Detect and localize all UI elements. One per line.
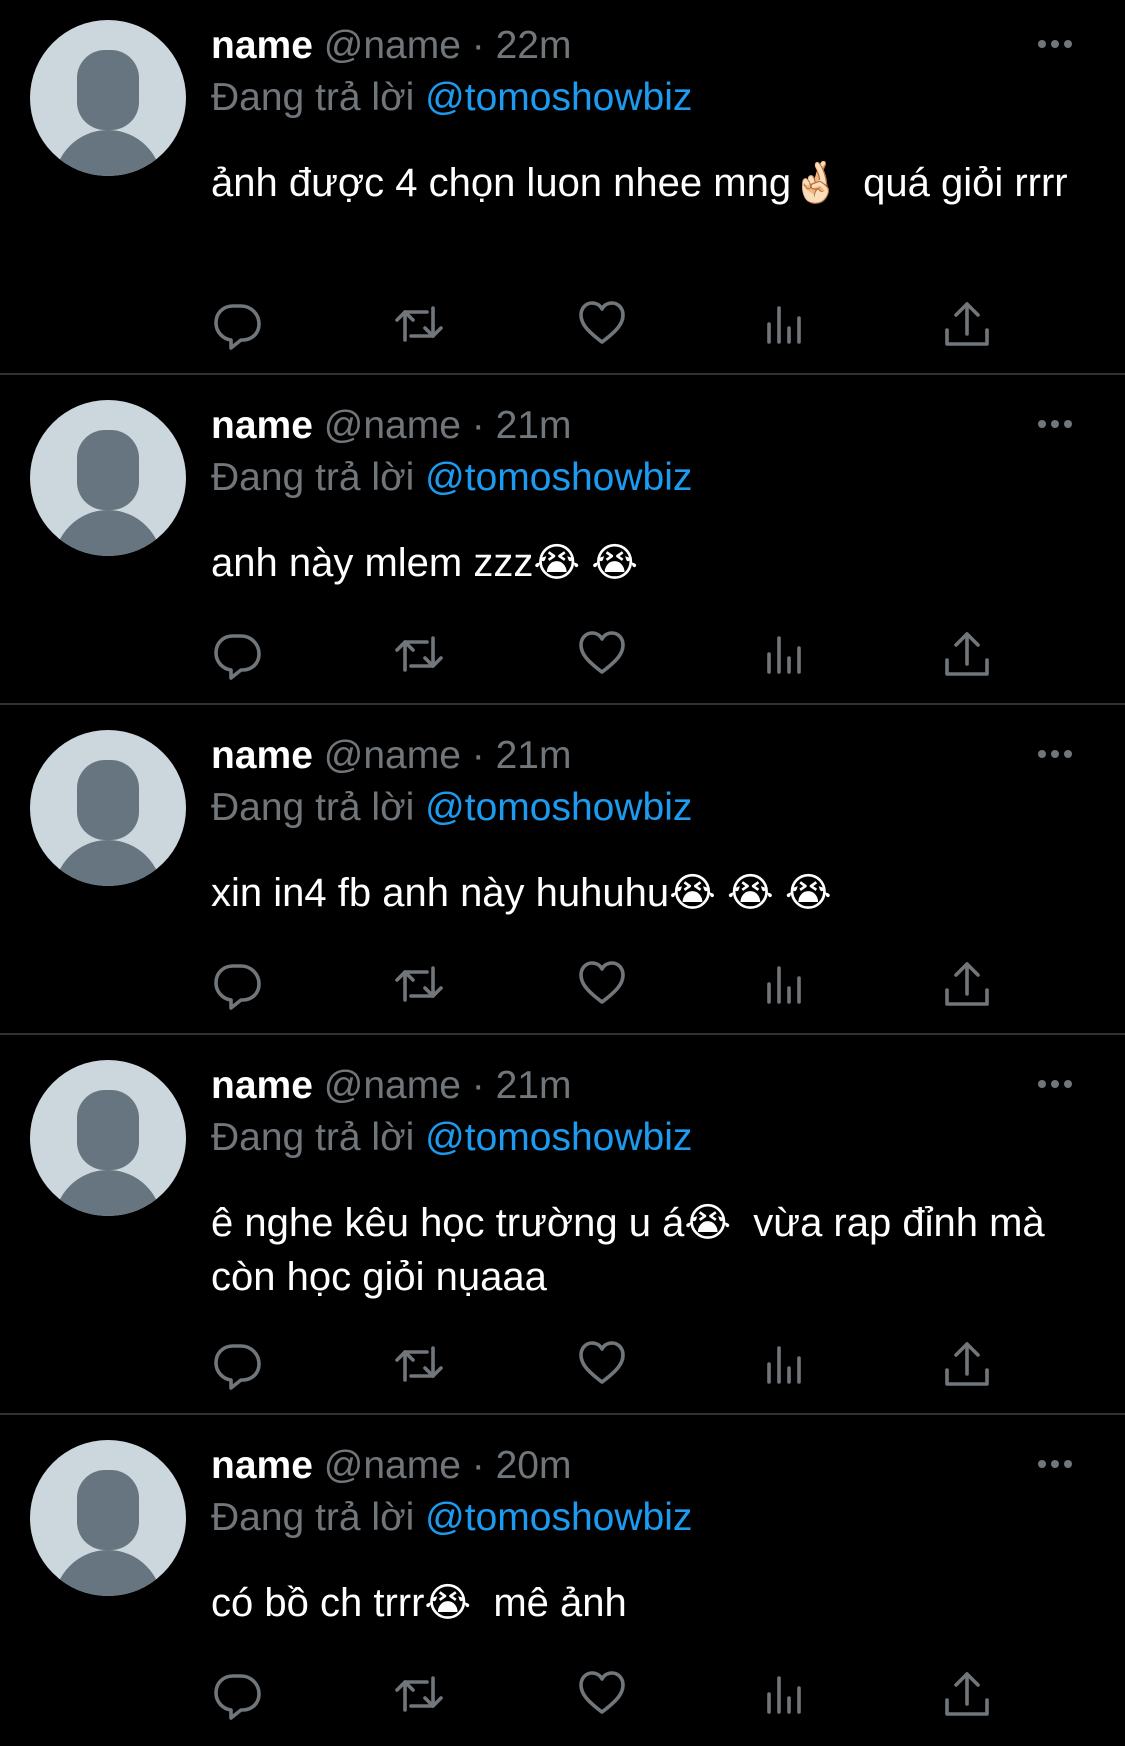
avatar[interactable] — [30, 730, 186, 886]
action-bar — [211, 298, 1011, 350]
more-icon[interactable] — [1038, 750, 1080, 760]
reply-mention-link[interactable]: @tomoshowbiz — [425, 786, 692, 829]
reply-icon[interactable] — [211, 628, 263, 680]
avatar[interactable] — [30, 1060, 186, 1216]
replying-to: Đang trả lời @tomoshowbiz — [211, 1494, 692, 1542]
display-name[interactable]: name — [211, 1064, 313, 1107]
tweet[interactable]: name @name · 22m Đang trả lời @tomoshowb… — [0, 0, 1125, 375]
reply-mention-link[interactable]: @tomoshowbiz — [425, 76, 692, 119]
action-bar — [211, 958, 1011, 1010]
user-handle[interactable]: @name — [324, 734, 461, 777]
avatar[interactable] — [30, 20, 186, 176]
reply-icon[interactable] — [211, 1668, 263, 1720]
retweet-icon[interactable] — [393, 1668, 445, 1720]
heart-icon[interactable] — [576, 958, 628, 1010]
separator-dot: · — [471, 1444, 485, 1487]
display-name[interactable]: name — [211, 404, 313, 447]
tweet-text: có bồ ch trrr😭 mê ảnh — [211, 1581, 627, 1625]
heart-icon[interactable] — [576, 628, 628, 680]
tweet-header: name @name · 21m — [211, 402, 571, 450]
timestamp[interactable]: 21m — [496, 1064, 572, 1107]
separator-dot: · — [471, 24, 485, 67]
reply-mention-link[interactable]: @tomoshowbiz — [425, 456, 692, 499]
retweet-icon[interactable] — [393, 958, 445, 1010]
user-handle[interactable]: @name — [324, 1444, 461, 1487]
reply-mention-link[interactable]: @tomoshowbiz — [425, 1496, 692, 1539]
tweet-text: ê nghe kêu học trường u á😭 vừa rap đỉnh … — [211, 1201, 1056, 1299]
reply-icon[interactable] — [211, 1338, 263, 1390]
heart-icon[interactable] — [576, 1338, 628, 1390]
display-name[interactable]: name — [211, 1444, 313, 1487]
share-icon[interactable] — [941, 1338, 993, 1390]
timestamp[interactable]: 21m — [496, 734, 572, 777]
tweet-text: xin in4 fb anh này huhuhu😭 😭 😭 — [211, 871, 832, 915]
reply-prefix: Đang trả lời — [211, 1116, 415, 1159]
reply-prefix: Đang trả lời — [211, 456, 415, 499]
more-icon[interactable] — [1038, 420, 1080, 430]
replying-to: Đang trả lời @tomoshowbiz — [211, 74, 692, 122]
views-icon[interactable] — [759, 1668, 811, 1720]
retweet-icon[interactable] — [393, 298, 445, 350]
share-icon[interactable] — [941, 628, 993, 680]
tweet[interactable]: name @name · 21m Đang trả lời @tomoshowb… — [0, 710, 1125, 1035]
share-icon[interactable] — [941, 958, 993, 1010]
tweet-header: name @name · 21m — [211, 732, 571, 780]
views-icon[interactable] — [759, 628, 811, 680]
tweet-header: name @name · 22m — [211, 22, 571, 70]
action-bar — [211, 1668, 1011, 1720]
views-icon[interactable] — [759, 1338, 811, 1390]
retweet-icon[interactable] — [393, 1338, 445, 1390]
tweet[interactable]: name @name · 20m Đang trả lời @tomoshowb… — [0, 1420, 1125, 1746]
user-handle[interactable]: @name — [324, 24, 461, 67]
replying-to: Đang trả lời @tomoshowbiz — [211, 1114, 692, 1162]
separator-dot: · — [471, 734, 485, 777]
reply-prefix: Đang trả lời — [211, 1496, 415, 1539]
views-icon[interactable] — [759, 958, 811, 1010]
avatar[interactable] — [30, 1440, 186, 1596]
tweet[interactable]: name @name · 21m Đang trả lời @tomoshowb… — [0, 1040, 1125, 1415]
heart-icon[interactable] — [576, 298, 628, 350]
more-icon[interactable] — [1038, 1460, 1080, 1470]
share-icon[interactable] — [941, 1668, 993, 1720]
tweet-text: ảnh được 4 chọn luon nhee mng🤞🏻 quá giỏi… — [211, 161, 1068, 205]
user-handle[interactable]: @name — [324, 404, 461, 447]
reply-mention-link[interactable]: @tomoshowbiz — [425, 1116, 692, 1159]
more-icon[interactable] — [1038, 1080, 1080, 1090]
heart-icon[interactable] — [576, 1668, 628, 1720]
tweet-header: name @name · 21m — [211, 1062, 571, 1110]
timestamp[interactable]: 22m — [496, 24, 572, 67]
share-icon[interactable] — [941, 298, 993, 350]
reply-icon[interactable] — [211, 958, 263, 1010]
action-bar — [211, 1338, 1011, 1390]
separator-dot: · — [471, 1064, 485, 1107]
tweet[interactable]: name @name · 21m Đang trả lời @tomoshowb… — [0, 380, 1125, 705]
reply-prefix: Đang trả lời — [211, 76, 415, 119]
tweet-text: anh này mlem zzz😭 😭 — [211, 541, 638, 585]
timestamp[interactable]: 20m — [496, 1444, 572, 1487]
user-handle[interactable]: @name — [324, 1064, 461, 1107]
avatar[interactable] — [30, 400, 186, 556]
display-name[interactable]: name — [211, 24, 313, 67]
display-name[interactable]: name — [211, 734, 313, 777]
timestamp[interactable]: 21m — [496, 404, 572, 447]
replying-to: Đang trả lời @tomoshowbiz — [211, 784, 692, 832]
separator-dot: · — [471, 404, 485, 447]
action-bar — [211, 628, 1011, 680]
reply-prefix: Đang trả lời — [211, 786, 415, 829]
reply-icon[interactable] — [211, 298, 263, 350]
retweet-icon[interactable] — [393, 628, 445, 680]
tweet-header: name @name · 20m — [211, 1442, 571, 1490]
views-icon[interactable] — [759, 298, 811, 350]
more-icon[interactable] — [1038, 40, 1080, 50]
replying-to: Đang trả lời @tomoshowbiz — [211, 454, 692, 502]
